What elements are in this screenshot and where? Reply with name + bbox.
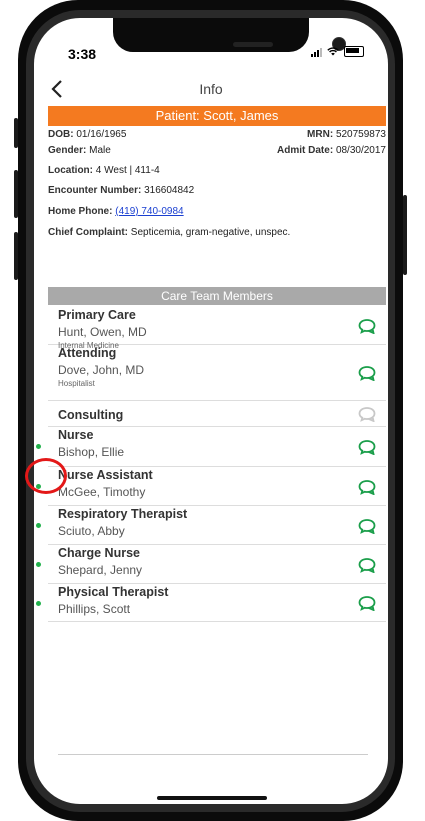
care-team-member-name: Shepard, Jenny [58, 563, 143, 577]
gender-value: Male [89, 145, 111, 156]
care-team-role: Physical Therapist [58, 585, 169, 599]
care-team-member-name: McGee, Timothy [58, 485, 146, 499]
gender-row: Gender: Male Admit Date: 08/30/2017 [48, 144, 386, 158]
mrn: MRN: 520759873 [307, 128, 386, 142]
dob-value: 01/16/1965 [76, 129, 127, 140]
admit-label: Admit Date: [277, 145, 334, 156]
battery-icon [344, 46, 364, 57]
care-team-role: Nurse [58, 428, 94, 442]
care-team-row[interactable]: Charge Nurse Shepard, Jenny [36, 544, 386, 584]
chat-bubble-icon[interactable] [358, 318, 376, 334]
chat-bubble-icon [358, 407, 376, 422]
care-team-row[interactable]: Consulting [48, 400, 386, 427]
care-team-member-name: Sciuto, Abby [58, 524, 125, 538]
nav-bar: Info [34, 73, 388, 107]
volume-down-button [14, 232, 18, 280]
wifi-icon [327, 47, 339, 56]
online-status-dot [36, 601, 41, 606]
chat-bubble-icon[interactable] [358, 439, 376, 455]
online-status-dot [36, 562, 41, 567]
care-team-member-name: Phillips, Scott [58, 602, 131, 616]
mute-switch [14, 118, 18, 148]
care-team-role: Respiratory Therapist [58, 507, 188, 521]
patient-banner: Patient: Scott, James [48, 106, 386, 126]
admit-value: 08/30/2017 [335, 145, 386, 156]
care-team-row[interactable]: Nurse Assistant McGee, Timothy [36, 466, 386, 506]
care-team-member-name: Hunt, Owen, MD [58, 325, 147, 339]
list-footer-divider [58, 754, 368, 755]
care-team-member-name: Dove, John, MD [58, 363, 145, 377]
care-team-row[interactable]: Nurse Bishop, Ellie [36, 426, 386, 467]
encounter-value: 316604842 [144, 185, 195, 196]
care-team-role: Attending [58, 346, 117, 360]
location-row: Location: 4 West | 411-4 [48, 164, 386, 178]
complaint-row: Chief Complaint: Septicemia, gram-negati… [48, 226, 386, 240]
dob-label: DOB: [48, 129, 74, 140]
online-status-dot [36, 444, 41, 449]
annotation-highlight-circle [25, 458, 67, 494]
mrn-label: MRN: [307, 129, 334, 140]
encounter-label: Encounter Number: [48, 185, 142, 196]
admit-date: Admit Date: 08/30/2017 [277, 144, 386, 158]
care-team-header: Care Team Members [48, 287, 386, 305]
notch [113, 18, 346, 52]
home-phone-link[interactable]: (419) 740-0984 [115, 206, 183, 217]
care-team-role: Nurse Assistant [58, 468, 153, 482]
care-team-member-name: Bishop, Ellie [58, 445, 125, 459]
care-team-role: Charge Nurse [58, 546, 140, 560]
location-value: 4 West | 411-4 [95, 165, 160, 176]
status-icons [311, 46, 364, 57]
chat-bubble-icon[interactable] [358, 365, 376, 381]
chat-bubble-icon[interactable] [358, 595, 376, 611]
encounter-row: Encounter Number: 316604842 [48, 184, 386, 198]
page-title: Info [199, 81, 223, 97]
location-label: Location: [48, 165, 93, 176]
online-status-dot [36, 523, 41, 528]
complaint-label: Chief Complaint: [48, 227, 128, 238]
care-team-specialty: Hospitalist [58, 379, 95, 388]
volume-up-button [14, 170, 18, 218]
care-team-row[interactable]: Physical Therapist Phillips, Scott [36, 583, 386, 622]
chat-bubble-icon[interactable] [358, 518, 376, 534]
dob-row: DOB: 01/16/1965 MRN: 520759873 [48, 128, 386, 142]
care-team-row[interactable]: Attending Dove, John, MD Hospitalist [48, 344, 386, 401]
care-team-row[interactable]: Respiratory Therapist Sciuto, Abby [36, 505, 386, 545]
chat-bubble-icon[interactable] [358, 557, 376, 573]
power-button [403, 195, 407, 275]
cellular-signal-icon [311, 47, 322, 57]
gender-label: Gender: [48, 145, 87, 156]
home-indicator[interactable] [157, 796, 267, 800]
chat-bubble-icon[interactable] [358, 479, 376, 495]
status-time: 3:38 [68, 46, 97, 62]
complaint-value: Septicemia, gram-negative, unspec. [130, 227, 291, 238]
mrn-value: 520759873 [335, 129, 386, 140]
app-screen: 3:38 Info Patient: Scott, James DOB: 01/… [34, 18, 388, 804]
phone-label: Home Phone: [48, 206, 113, 217]
phone-row: Home Phone: (419) 740-0984 [48, 205, 386, 219]
care-team-role: Consulting [58, 408, 124, 422]
speaker [233, 42, 273, 47]
care-team-role: Primary Care [58, 308, 136, 322]
care-team-row[interactable]: Primary Care Hunt, Owen, MD Internal Medic… [48, 306, 386, 350]
